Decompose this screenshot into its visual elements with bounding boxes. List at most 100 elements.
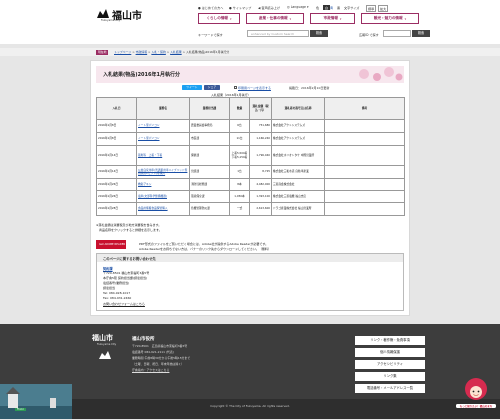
cell-amount: 751,680 — [249, 119, 272, 133]
cell-amount: 2,613,600 — [249, 202, 272, 216]
copyright: Copyright © The City of Fukuyama. All ri… — [210, 404, 290, 408]
cell-note — [324, 132, 405, 146]
util-voice-link[interactable]: ◀ 音声読み上げ — [258, 5, 280, 10]
breadcrumb-link[interactable]: トップページ — [114, 50, 131, 54]
cell-item-link[interactable]: 公用自家用車(普通乗用車ハイブリッド型自家用Cセット)等購入 — [136, 165, 190, 179]
footer-link-accessibility[interactable]: アクセシビリティ — [355, 360, 425, 369]
cell-qty: 11台 — [229, 132, 250, 146]
pdf-notice-line: Adobe Readerをお持ちでない方は、バナーのリンク先からダウンロードして… — [139, 247, 271, 251]
table-header: 備考 — [324, 97, 405, 120]
table-row: 2016年1月28日 食品用備蓄食品保管購入 危機管理防災課 一式 2,613,… — [96, 202, 405, 216]
util-font-standard-button[interactable]: 標準 — [366, 5, 377, 12]
tweet-button[interactable]: ツイート — [182, 85, 202, 90]
cell-item-link[interactable]: 救助アキシ — [136, 178, 190, 191]
koho-id-search-button[interactable]: 検索 — [412, 30, 430, 37]
print-page-link[interactable]: 印刷用ページを表示する — [238, 86, 271, 90]
cell-note — [324, 145, 405, 166]
keyword-search-input[interactable]: enhanced by Custom Search — [247, 30, 309, 37]
nav-living[interactable]: くらしの情報 ▾ — [198, 13, 240, 24]
util-sitemap-link[interactable]: ● サイトマップ — [229, 5, 251, 10]
adobe-reader-banner[interactable]: Get ADOBE READER — [96, 240, 126, 249]
mascot-caption[interactable]: もっと知りたい！福山のまち — [456, 404, 496, 408]
cell-date: 2016年1月8日 — [96, 132, 137, 146]
util-font-large-button[interactable]: 拡大 — [378, 5, 389, 12]
footer-city-logo-icon — [99, 351, 111, 359]
cell-winner: 株式会社アクトシステムズ — [271, 132, 325, 146]
cell-date: 2016年1月14日 — [96, 165, 137, 179]
cell-winner: 三菱商会株式会社 — [271, 178, 325, 191]
contact-title: このページに関するお問い合わせ先 — [103, 257, 156, 261]
util-font-size-label: 文字サイズ — [344, 6, 360, 10]
table-notes: ※落札金額は消費税及び地方消費税を含みます。 商品名称をクリックすると詳細を表示… — [96, 223, 162, 233]
cell-winner: ドラゴ産業株式会社 福山営業所 — [271, 202, 325, 216]
breadcrumb-bar — [0, 48, 500, 56]
cell-date: 2016年1月14日 — [96, 145, 137, 166]
footer-link-links[interactable]: リンク集 — [355, 372, 425, 381]
footer-hours: 業務時間 午前8時30分から午後5時15分まで — [132, 356, 191, 360]
nav-city-admin[interactable]: 市政情報 ▾ — [310, 13, 355, 24]
print-icon — [234, 86, 237, 89]
breadcrumb-current-tag: 現在地 — [96, 50, 109, 55]
results-table: 入札日 業務名 業務担当課 数量 落札金額（税込・円） 落札者の商号又は名称 備… — [96, 97, 405, 216]
keyword-search-label: キーワードで探す — [198, 33, 223, 37]
koho-id-search-label: 広報ID で探す — [359, 33, 379, 37]
cell-winner: 株式会社ホリオトタケ 中国営業所 — [271, 145, 325, 166]
cell-dept: 危機管理防災課 — [189, 202, 230, 216]
cell-dept: 市民課 — [189, 132, 230, 146]
site-logo-subtext: Fukuyama City — [101, 19, 121, 22]
chevron-down-icon: ▾ — [404, 16, 407, 21]
page-title: 入札結果(物品)2016年1月執行分 — [103, 72, 180, 78]
share-button[interactable]: シェア — [204, 85, 220, 90]
nav-tourism[interactable]: 観光・魅力の情報 ▾ — [361, 13, 419, 24]
table-row: 2016年1月26日 救助アキシ 消防局総務課 8本 4,482,000 三菱商… — [96, 178, 405, 191]
updated-date: 掲載日：2016年2月10日更新 — [289, 86, 330, 90]
cell-item-link[interactable]: ノート型パソコン — [136, 119, 190, 133]
breadcrumb-current: 入札結果(物品)2016年1月執行分 — [185, 50, 230, 54]
nav-industry[interactable]: 産業・仕事の情報 ▾ — [246, 13, 304, 24]
contact-form-link[interactable]: お問い合わせフォームはこちら — [103, 302, 145, 306]
footer-access-link[interactable]: 庁舎案内・アクセスはこちら — [132, 368, 169, 372]
breadcrumb-link[interactable]: 市政情報 — [136, 50, 148, 54]
cell-qty: 1台 — [229, 165, 250, 179]
cell-item-link[interactable]: 薬剤等 上着・下着 — [136, 145, 190, 166]
footer-link-privacy[interactable]: 個人情報保護 — [355, 348, 425, 357]
table-header: 業務名 — [136, 97, 190, 120]
city-photo-banner[interactable] — [0, 384, 72, 419]
table-header: 数量 — [229, 97, 250, 120]
util-color-black-button[interactable]: 黒 — [337, 5, 340, 10]
footer-phone: 電話番号 084-921-2111 (代表) — [132, 350, 174, 354]
castle-icon — [0, 387, 72, 419]
cell-qty: 8本 — [229, 178, 250, 191]
breadcrumb-link[interactable]: 入札・契約 — [151, 50, 165, 54]
cell-amount: 1,393,100 — [249, 190, 272, 203]
cell-item-link[interactable]: 電車(文部科学整備機器) — [136, 190, 190, 203]
contact-line: 本庁舎5階 契約担当課(調達担当) — [103, 276, 148, 280]
copyright-bar — [0, 399, 500, 419]
footer-address: 〒720-8501 広島県福山市東桜町3番5号 — [132, 344, 188, 348]
rose-mascot-icon[interactable] — [456, 375, 496, 415]
flickr-label: Flickr — [15, 408, 26, 411]
pdf-notice: PDF形式のファイルをご覧いただく場合には、Adobe社が提供するAdobe R… — [139, 242, 339, 252]
footer-link-terms[interactable]: リンク・著作権・免責事項 — [355, 336, 425, 345]
cell-note — [324, 178, 405, 191]
footer-org-name: 福山市役所 — [132, 337, 155, 342]
table-header: 落札者の商号又は名称 — [271, 97, 325, 120]
cell-date: 2016年1月28日 — [96, 202, 137, 216]
table-header: 落札金額（税込・円） — [249, 97, 272, 120]
util-color-blue-button[interactable]: 青 — [330, 5, 333, 10]
contact-line: 調達担当 — [103, 286, 116, 290]
city-logo-icon[interactable] — [96, 8, 110, 18]
keyword-search-button[interactable]: 検索 — [310, 30, 328, 37]
table-header: 入札日 — [96, 97, 137, 120]
table-row: 2016年1月26日 電車(文部科学整備機器) 環境保全課 1,050本 1,3… — [96, 190, 405, 203]
breadcrumb-link[interactable]: 入札結果 — [170, 50, 182, 54]
cell-dept: 保健課 — [189, 145, 230, 166]
footer-link-phone-list[interactable]: 電話番号・メールアドレス一覧 — [355, 384, 425, 393]
footer-logo-subtext: Fukuyama City — [97, 343, 117, 346]
cell-amount: 4,482,000 — [249, 178, 272, 191]
koho-id-search-input[interactable] — [383, 30, 411, 37]
cell-item-link[interactable]: 食品用備蓄食品保管購入 — [136, 202, 190, 216]
util-language-link[interactable]: ◎ Language ▾ — [287, 5, 309, 9]
cell-item-link[interactable]: ノート型パソコン — [136, 132, 190, 146]
util-first-visit-link[interactable]: ● はじめての方へ — [198, 5, 223, 10]
